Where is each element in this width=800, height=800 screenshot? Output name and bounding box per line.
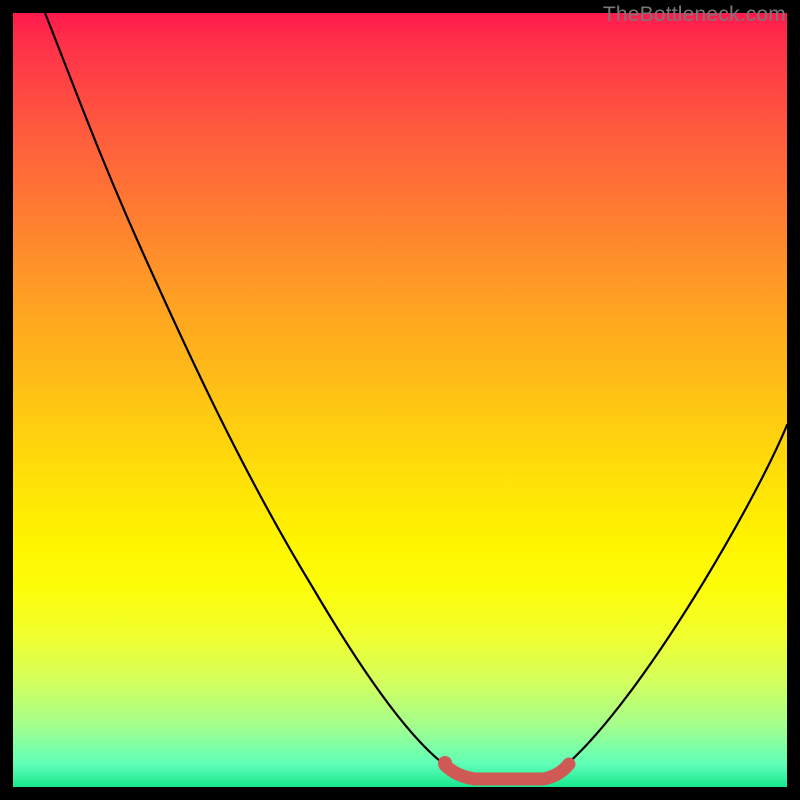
watermark: TheBottleneck.com [603,3,786,27]
highlight-dot-right [563,758,576,771]
chart-overlay [13,13,787,787]
curve-right [565,425,787,766]
highlight-dot-left [438,756,452,770]
chart-container: TheBottleneck.com [0,0,800,800]
curve-left [45,13,451,769]
